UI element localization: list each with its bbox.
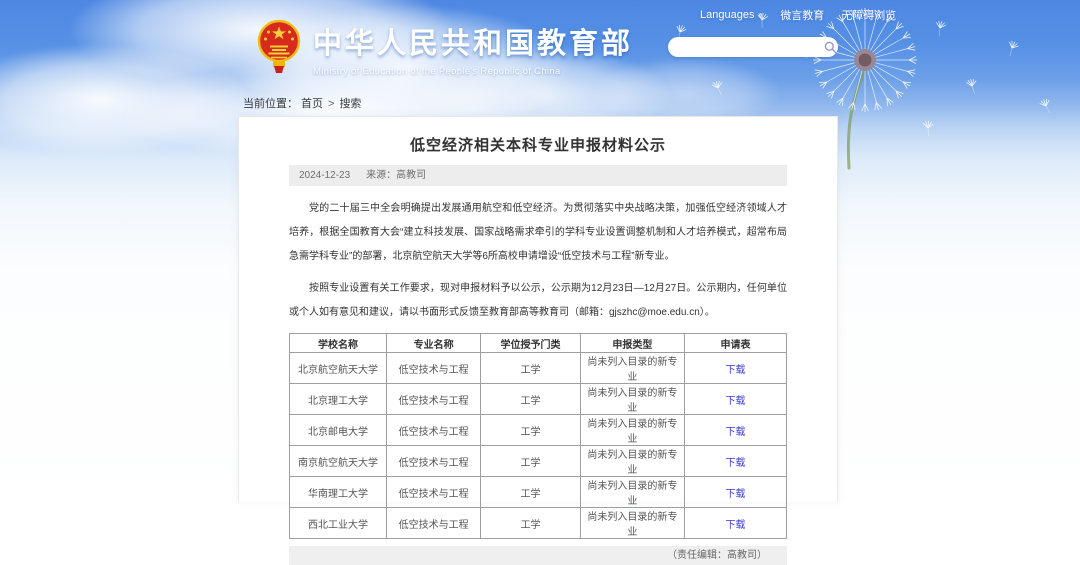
chevron-down-icon: ∨ xyxy=(757,11,763,20)
col-header-form: 申请表 xyxy=(685,334,787,353)
table-row: 北京邮电大学 低空技术与工程 工学 尚未列入目录的新专业 下载 xyxy=(290,415,787,446)
download-link[interactable]: 下载 xyxy=(726,489,746,500)
school-name: 南京航空航天大学 xyxy=(290,446,387,477)
application-type: 尚未列入目录的新专业 xyxy=(580,353,684,384)
article-meta-bar: 2024-12-23 来源：高教司 xyxy=(289,165,787,186)
article-card: 低空经济相关本科专业申报材料公示 2024-12-23 来源：高教司 党的二十届… xyxy=(238,116,838,502)
col-header-type: 申报类型 xyxy=(580,334,684,353)
major-name: 低空技术与工程 xyxy=(386,477,480,508)
degree-category: 工学 xyxy=(481,508,580,539)
breadcrumb-home-link[interactable]: 首页 xyxy=(301,98,323,110)
col-header-school: 学校名称 xyxy=(290,334,387,353)
application-type: 尚未列入目录的新专业 xyxy=(580,415,684,446)
school-name: 北京航空航天大学 xyxy=(290,353,387,384)
languages-menu[interactable]: Languages ∨ xyxy=(700,9,763,21)
table-row: 北京理工大学 低空技术与工程 工学 尚未列入目录的新专业 下载 xyxy=(290,384,787,415)
major-name: 低空技术与工程 xyxy=(386,508,480,539)
school-name: 北京邮电大学 xyxy=(290,415,387,446)
national-emblem-logo xyxy=(256,19,302,75)
table-row: 北京航空航天大学 低空技术与工程 工学 尚未列入目录的新专业 下载 xyxy=(290,353,787,384)
table-row: 西北工业大学 低空技术与工程 工学 尚未列入目录的新专业 下载 xyxy=(290,508,787,539)
site-title: 中华人民共和国教育部 xyxy=(313,20,633,62)
breadcrumb-separator: > xyxy=(328,98,334,110)
top-nav: Languages ∨ 微言教育 无障碍浏览 xyxy=(700,7,896,23)
major-name: 低空技术与工程 xyxy=(386,384,480,415)
wechat-link[interactable]: 微言教育 xyxy=(780,7,824,23)
application-table: 学校名称 专业名称 学位授予门类 申报类型 申请表 北京航空航天大学 低空技术与… xyxy=(289,333,787,539)
download-link[interactable]: 下载 xyxy=(726,396,746,407)
application-type: 尚未列入目录的新专业 xyxy=(580,384,684,415)
application-type: 尚未列入目录的新专业 xyxy=(580,446,684,477)
table-row: 南京航空航天大学 低空技术与工程 工学 尚未列入目录的新专业 下载 xyxy=(290,446,787,477)
article-paragraph-2: 按照专业设置有关工作要求，现对申报材料予以公示，公示期为12月23日—12月27… xyxy=(289,277,787,325)
table-header-row: 学校名称 专业名称 学位授予门类 申报类型 申请表 xyxy=(290,334,787,353)
col-header-degree: 学位授予门类 xyxy=(481,334,580,353)
editor-note-bar: （责任编辑：高教司） xyxy=(289,546,787,565)
search-icon[interactable] xyxy=(824,41,837,54)
article-paragraph-1: 党的二十届三中全会明确提出发展通用航空和低空经济。为贯彻落实中央战略决策，加强低… xyxy=(289,197,787,269)
degree-category: 工学 xyxy=(481,477,580,508)
breadcrumb-current: 搜索 xyxy=(339,98,361,110)
breadcrumb-prefix: 当前位置： xyxy=(243,98,298,110)
school-name: 北京理工大学 xyxy=(290,384,387,415)
application-type: 尚未列入目录的新专业 xyxy=(580,508,684,539)
download-link[interactable]: 下载 xyxy=(726,520,746,531)
article-source: 来源：高教司 xyxy=(366,165,426,186)
breadcrumb: 当前位置：首页 > 搜索 xyxy=(243,95,364,111)
degree-category: 工学 xyxy=(481,353,580,384)
download-link[interactable]: 下载 xyxy=(726,427,746,438)
search-input[interactable] xyxy=(678,40,824,54)
application-type: 尚未列入目录的新专业 xyxy=(580,477,684,508)
site-subtitle: Ministry of Education of the People's Re… xyxy=(313,66,633,77)
school-name: 西北工业大学 xyxy=(290,508,387,539)
major-name: 低空技术与工程 xyxy=(386,446,480,477)
accessibility-link[interactable]: 无障碍浏览 xyxy=(841,7,896,23)
degree-category: 工学 xyxy=(481,415,580,446)
major-name: 低空技术与工程 xyxy=(386,353,480,384)
site-header: 中华人民共和国教育部 Ministry of Education of the … xyxy=(256,19,633,77)
degree-category: 工学 xyxy=(481,384,580,415)
publish-date: 2024-12-23 xyxy=(299,165,350,186)
download-link[interactable]: 下载 xyxy=(726,458,746,469)
search-bar xyxy=(668,37,838,57)
col-header-major: 专业名称 xyxy=(386,334,480,353)
degree-category: 工学 xyxy=(481,446,580,477)
table-row: 华南理工大学 低空技术与工程 工学 尚未列入目录的新专业 下载 xyxy=(290,477,787,508)
major-name: 低空技术与工程 xyxy=(386,415,480,446)
school-name: 华南理工大学 xyxy=(290,477,387,508)
page-title: 低空经济相关本科专业申报材料公示 xyxy=(289,117,787,155)
download-link[interactable]: 下载 xyxy=(726,365,746,376)
